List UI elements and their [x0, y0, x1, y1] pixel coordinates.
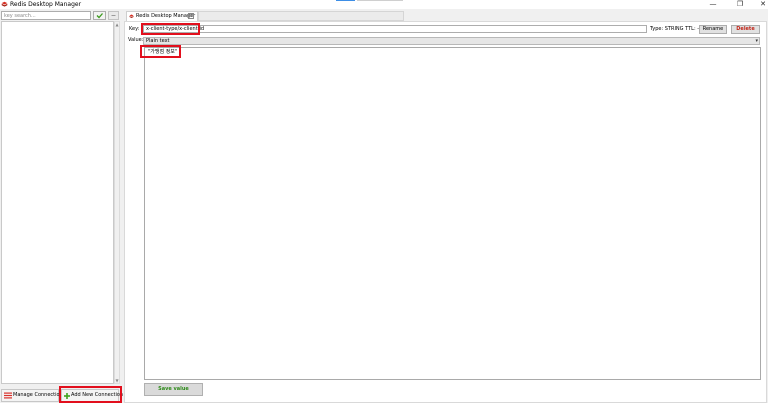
- maximize-button[interactable]: ❐: [731, 0, 749, 9]
- type-ttl-info: Type: STRING TTL: -: [650, 26, 700, 32]
- tab-strip: [198, 11, 404, 21]
- value-format-select[interactable]: Plain text ▾: [143, 37, 760, 45]
- search-apply-button[interactable]: [93, 11, 106, 20]
- taskbar-indicator: [336, 0, 355, 1]
- ellipsis-icon: [111, 15, 116, 16]
- key-name-input[interactable]: [143, 25, 647, 33]
- value-editor[interactable]: "가맹점 정보": [144, 47, 761, 380]
- redis-logo-icon: [1, 1, 8, 7]
- chevron-down-icon: ▾: [755, 38, 758, 44]
- tab-label: Redis Desktop Manager: [136, 13, 196, 19]
- tab-close-icon[interactable]: ×: [188, 13, 194, 19]
- tab-redis-desktop-manager[interactable]: Redis Desktop Manager ×: [126, 11, 198, 21]
- value-format-selected: Plain text: [146, 38, 170, 44]
- window-title: Redis Desktop Manager: [10, 1, 82, 8]
- save-value-button[interactable]: Save value: [144, 383, 203, 396]
- scroll-up-icon[interactable]: ▲: [115, 22, 119, 27]
- search-clear-button[interactable]: [108, 11, 119, 20]
- key-search-input[interactable]: [1, 11, 91, 20]
- minimize-button[interactable]: —: [704, 0, 722, 9]
- close-window-button[interactable]: ✕: [754, 0, 768, 9]
- title-bar: Redis Desktop Manager — ❐ ✕: [0, 0, 768, 9]
- delete-button[interactable]: Delete: [731, 25, 760, 34]
- manage-connections-button[interactable]: Manage Connections: [1, 389, 65, 402]
- connections-tree[interactable]: [1, 21, 114, 384]
- tree-scrollbar[interactable]: ▲ ▼: [114, 21, 120, 384]
- hamburger-menu-icon: [4, 392, 12, 399]
- add-new-connection-button[interactable]: Add New Connection: [61, 389, 123, 402]
- taskbar-indicator-secondary: [357, 0, 403, 1]
- add-new-connection-label: Add New Connection: [71, 392, 124, 398]
- value-text: "가맹점 정보": [148, 49, 178, 55]
- plus-icon: [64, 393, 70, 399]
- redis-logo-icon: [129, 14, 134, 18]
- key-label: Key:: [129, 26, 140, 32]
- scroll-down-icon[interactable]: ▼: [115, 378, 119, 383]
- manage-connections-label: Manage Connections: [13, 392, 66, 398]
- rename-button[interactable]: Rename: [699, 25, 727, 34]
- check-icon: [96, 13, 103, 19]
- value-label: Value:: [128, 37, 144, 43]
